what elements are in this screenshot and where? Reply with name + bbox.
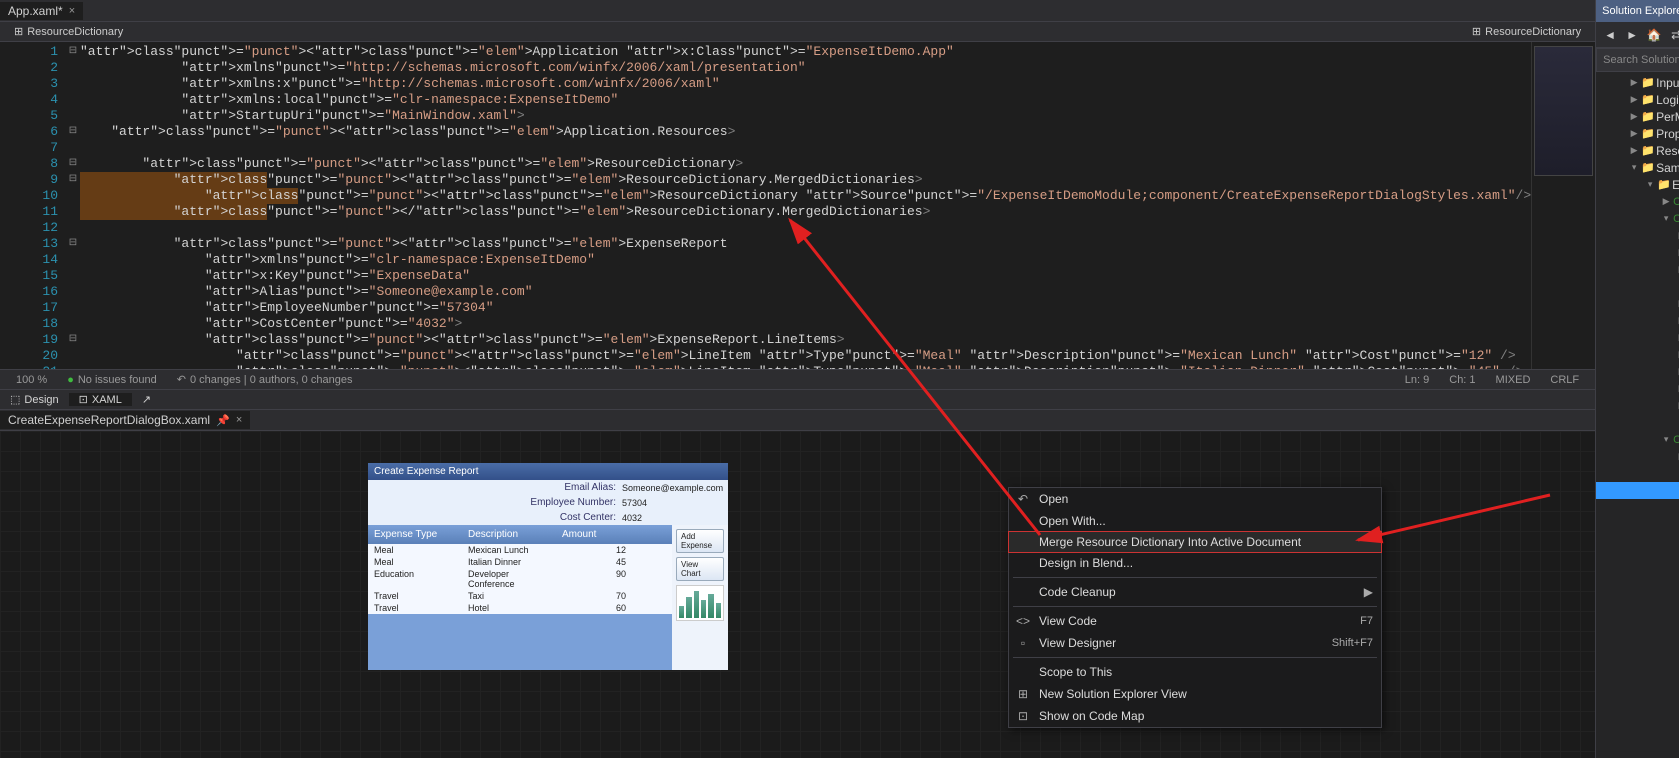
solution-explorer-header: Solution Explorer ▾ 📌 × [1596, 0, 1679, 22]
context-item[interactable]: ↶Open [1009, 488, 1381, 510]
tree-node[interactable]: ▶📁PerMonitorDPI [1596, 108, 1679, 125]
issues-status[interactable]: ●No issues found [57, 374, 167, 386]
tree-node[interactable]: ▫Watermark.png [1596, 414, 1679, 431]
close-icon[interactable]: × [236, 414, 242, 426]
tree-node[interactable]: ionDemo [1596, 533, 1679, 550]
tree-node[interactable]: emo [1596, 652, 1679, 669]
check-icon: ● [67, 374, 74, 386]
design-xaml-bar: ⬚ Design ⊡ XAML ↗ [0, 389, 1595, 409]
context-item[interactable]: ⊞New Solution Explorer View [1009, 683, 1381, 705]
document-tabbar: App.xaml* × [0, 0, 1595, 22]
solution-tree[interactable]: ▶📁Input and Commands▶📁Logical and Visual… [1596, 72, 1679, 758]
tree-node[interactable]: signerDemo [1596, 618, 1679, 635]
popout-icon[interactable]: ↗ [132, 393, 161, 406]
context-item[interactable]: Code Cleanup▶ [1009, 581, 1381, 603]
tree-node[interactable]: ▶C#ExpenseReport.cs [1596, 329, 1679, 346]
tree-node[interactable]: ▶📁Logical and Visual Tree [1596, 91, 1679, 108]
context-item[interactable]: Merge Resource Dictionary Into Active Do… [1008, 531, 1382, 553]
close-icon[interactable]: × [69, 5, 75, 17]
char-indicator[interactable]: Ch: 1 [1439, 374, 1485, 386]
tree-node[interactable]: nerDemo [1596, 584, 1679, 601]
tree-node[interactable]: ▶C#EditBoxControlLibrary [1596, 193, 1679, 210]
minimap-thumb [1534, 46, 1593, 176]
tree-node[interactable]: ▾📁ExpenseIt [1596, 176, 1679, 193]
tree-node[interactable]: mo [1596, 499, 1679, 516]
tree-node[interactable]: emo [1596, 601, 1679, 618]
tree-node[interactable]: plorer [1596, 686, 1679, 703]
tree-node[interactable]: ▶◧App.xaml [1596, 295, 1679, 312]
tree-node[interactable]: ▶📁Properties [1596, 244, 1679, 261]
line-indicator[interactable]: Ln: 9 [1395, 374, 1439, 386]
tree-node[interactable]: ▾C#ExpenseItDemo [1596, 210, 1679, 227]
context-item[interactable]: <>View CodeF7 [1009, 610, 1381, 632]
tree-node[interactable]: ▶⚙Dependencies [1596, 227, 1679, 244]
tree-node[interactable]: culatorDemo [1596, 635, 1679, 652]
tree-node[interactable]: ▶📁Input and Commands [1596, 74, 1679, 91]
context-item[interactable]: Design in Blend... [1009, 552, 1381, 574]
tree-node[interactable]: Demo [1596, 550, 1679, 567]
solution-explorer: Solution Explorer ▾ 📌 × ◄ ► 🏠 ⇄ ↻ ⟳ ⊟ ⊞ … [1595, 0, 1679, 758]
nav-dropdown-right[interactable]: ⊞ ResourceDictionary [1464, 25, 1589, 38]
indent-mode[interactable]: MIXED [1486, 374, 1541, 386]
tab-label: CreateExpenseReportDialogBox.xaml [8, 413, 210, 427]
tree-node[interactable]: ▶◧CreateExpenseReportDialogBox.xaml [1596, 312, 1679, 329]
tree-node[interactable]: C#AssemblyInfo.cs [1596, 465, 1679, 482]
add-expense-button[interactable]: Add Expense [676, 529, 724, 553]
solution-explorer-toolbar: ◄ ► 🏠 ⇄ ↻ ⟳ ⊟ ⊞ 🔧 — [1596, 22, 1679, 48]
tree-node[interactable]: ▶◧MainWindow.xaml [1596, 380, 1679, 397]
design-tab[interactable]: ⬚ Design [0, 393, 69, 406]
grid-empty [368, 614, 672, 670]
chart-preview [676, 585, 724, 621]
tab-appxaml[interactable]: App.xaml* × [0, 2, 83, 20]
forward-icon[interactable]: ► [1622, 25, 1642, 45]
tree-node[interactable]: ⚙App.config [1596, 278, 1679, 295]
document-tabbar-2: CreateExpenseReportDialogBox.xaml 📌 × [0, 409, 1595, 431]
tree-node[interactable]: ▶C#LineItemCollection.cs [1596, 363, 1679, 380]
tab-dialogbox[interactable]: CreateExpenseReportDialogBox.xaml 📌 × [0, 411, 250, 429]
back-icon[interactable]: ◄ [1600, 25, 1620, 45]
tree-node[interactable]: ▾C#ExpenseItDemoModule [1596, 431, 1679, 448]
context-item[interactable]: Scope to This [1009, 661, 1381, 683]
tree-node[interactable]: oDemo [1596, 669, 1679, 686]
line-ending[interactable]: CRLF [1540, 374, 1589, 386]
tree-node[interactable]: ▶📁Resources [1596, 142, 1679, 159]
context-item[interactable]: Open With... [1009, 510, 1381, 532]
home-icon[interactable]: 🏠 [1644, 25, 1664, 45]
fold-column[interactable]: ⊟⊟⊟⊟⊟⊟ [66, 42, 80, 369]
pin-icon[interactable]: 📌 [216, 414, 230, 427]
code-editor[interactable]: "attr">class"punct">="punct"><"attr">cla… [80, 42, 1531, 369]
tree-node[interactable]: ▶⚙Dependencies [1596, 448, 1679, 465]
tree-node[interactable]: ◧CreateExpenseReportDialogStyles.xaml [1596, 482, 1679, 499]
editor-statusbar: 100 % ●No issues found ↶ 0 changes | 0 a… [0, 369, 1595, 389]
preview-title: Create Expense Report [368, 463, 728, 480]
minimap[interactable] [1531, 42, 1595, 369]
tree-node[interactable] [1596, 567, 1679, 584]
tree-node[interactable]: ▶📁Properties [1596, 125, 1679, 142]
navigation-bar: ⊞ ResourceDictionary ⊞ ResourceDictionar… [0, 22, 1595, 42]
tree-node[interactable]: ▾📁Sample Applications [1596, 159, 1679, 176]
tree-node[interactable]: ▶◧ViewChartWindow.xaml [1596, 397, 1679, 414]
switch-view-icon[interactable]: ⇄ [1666, 25, 1679, 45]
context-menu: ↶OpenOpen With...Merge Resource Dictiona… [1008, 487, 1382, 728]
view-chart-button[interactable]: View Chart [676, 557, 724, 581]
solution-search[interactable]: Search Solution Explorer (Ctrl+;) 🔍 ▾ [1596, 48, 1679, 72]
xaml-tab[interactable]: ⊡ XAML [69, 393, 132, 406]
design-preview: Create Expense Report Email Alias:Someon… [368, 463, 728, 670]
tree-node[interactable]: ▶📁Validation [1596, 261, 1679, 278]
context-item[interactable]: ⊡Show on Code Map [1009, 705, 1381, 727]
tree-node[interactable]: gsDemo [1596, 516, 1679, 533]
zoom-level[interactable]: 100 % [6, 374, 57, 386]
tab-label: App.xaml* [8, 4, 63, 18]
nav-dropdown-left[interactable]: ⊞ ResourceDictionary [6, 25, 131, 38]
context-item[interactable]: ▫View DesignerShift+F7 [1009, 632, 1381, 654]
tree-node[interactable]: ▶C#LineItem.cs [1596, 346, 1679, 363]
changes-status[interactable]: ↶ 0 changes | 0 authors, 0 changes [167, 373, 363, 386]
line-number-gutter: 123456789101112131415161718192021 [0, 42, 66, 369]
grid-header: Expense Type Description Amount [368, 525, 672, 544]
